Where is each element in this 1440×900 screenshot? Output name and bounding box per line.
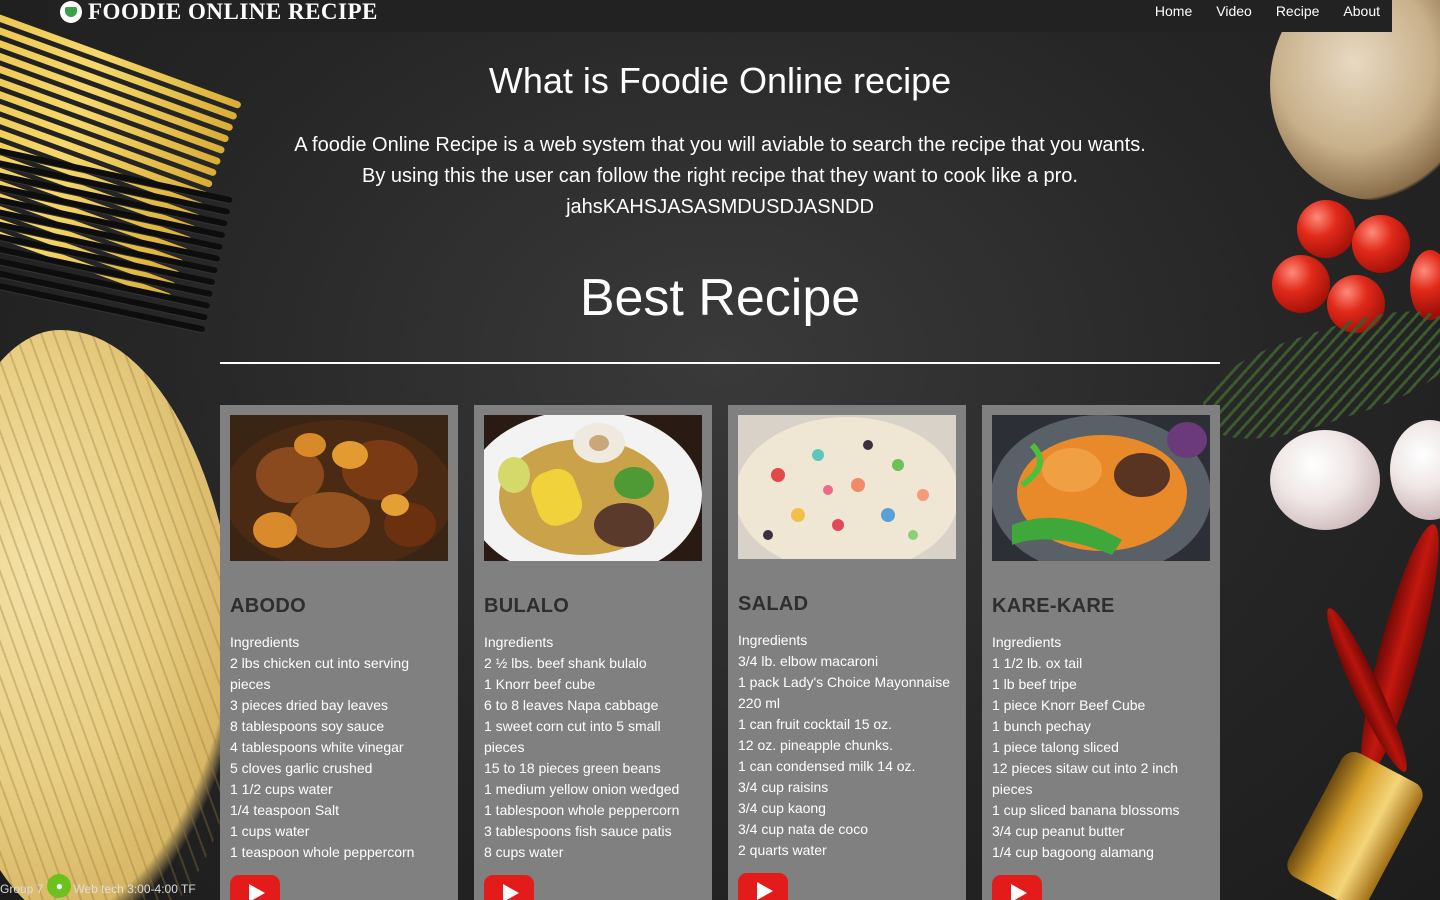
ingredient-item: 5 cloves garlic crushed <box>230 760 373 776</box>
youtube-play-icon[interactable] <box>992 875 1042 900</box>
ingredient-item: 15 to 18 pieces green beans <box>484 760 661 776</box>
tagliatelle-decoration <box>0 330 240 900</box>
recipe-title: BULALO <box>484 595 570 617</box>
brand[interactable]: FOODIE ONLINE RECIPE <box>60 0 378 25</box>
ingredient-item: 1 1/2 lb. ox tail <box>992 655 1083 671</box>
ingredient-item: 3/4 cup raisins <box>738 779 829 795</box>
ingredient-item: 2 lbs chicken cut into serving pieces <box>230 655 409 692</box>
ingredient-item: 3 pieces dried bay leaves <box>230 697 388 713</box>
recipe-card-abodo: ABODO Ingredients 2 lbs chicken cut into… <box>220 405 458 900</box>
ingredient-list: 2 ½ lbs. beef shank bulalo 1 Knorr beef … <box>484 653 702 863</box>
recipe-card-salad: SALAD Ingredients 3/4 lb. elbow macaroni… <box>728 405 966 900</box>
ingredients-label: Ingredients <box>738 632 808 648</box>
ingredient-item: 1 teaspoon whole peppercorn <box>230 844 415 860</box>
ingredient-list: 1 1/2 lb. ox tail 1 lb beef tripe 1 piec… <box>992 653 1210 863</box>
chili-decoration <box>1317 602 1417 778</box>
footer-schedule: Web tech 3:00-4:00 TF <box>73 882 196 896</box>
ingredient-item: 1 1/2 cups water <box>230 781 333 797</box>
ingredient-item: 1 piece talong sliced <box>992 739 1119 755</box>
youtube-play-icon[interactable] <box>738 873 788 900</box>
garlic-decoration <box>1390 420 1440 520</box>
recipe-card-bulalo: BULALO Ingredients 2 ½ lbs. beef shank b… <box>474 405 712 900</box>
recipe-title: ABODO <box>230 595 306 617</box>
salad-dish-image <box>738 415 956 559</box>
ingredient-item: 1 cup sliced banana blossoms <box>992 802 1180 818</box>
recipe-card-kare-kare: KARE-KARE Ingredients 1 1/2 lb. ox tail … <box>982 405 1220 900</box>
ingredient-item: 1 tablespoon whole peppercorn <box>484 802 680 818</box>
ingredient-item: 12 pieces sitaw cut into 2 inch pieces <box>992 760 1178 797</box>
adobo-dish-image <box>230 415 448 561</box>
recipe-title: KARE-KARE <box>992 595 1115 617</box>
ingredient-item: 3/4 lb. elbow macaroni <box>738 653 879 669</box>
section-title: Best Recipe <box>579 269 861 327</box>
intro-title: What is Foodie Online recipe <box>488 60 952 101</box>
tomato-decoration <box>1297 200 1355 258</box>
nav-links: Home Video Recipe About <box>1155 3 1380 19</box>
nav-link-video[interactable]: Video <box>1216 3 1252 19</box>
section-divider <box>220 362 1220 364</box>
ingredient-list: 2 lbs chicken cut into serving pieces 3 … <box>230 653 448 863</box>
ingredient-item: 1 can condensed milk 14 oz. <box>738 758 916 774</box>
ingredient-item: 1 can fruit cocktail 15 oz. <box>738 716 893 732</box>
ingredients-label: Ingredients <box>230 634 300 650</box>
ingredient-item: 6 to 8 leaves Napa cabbage <box>484 697 659 713</box>
garlic-decoration <box>1270 430 1380 530</box>
ingredient-item: 12 oz. pineapple chunks. <box>738 737 893 753</box>
fork-knife-icon: ● <box>47 874 72 898</box>
ingredient-item: 3/4 cup nata de coco <box>738 821 868 837</box>
ingredient-item: 1 lb beef tripe <box>992 676 1077 692</box>
ingredient-item: 3/4 cup kaong <box>738 800 826 816</box>
chili-decoration <box>1347 519 1440 781</box>
ingredient-list: 3/4 lb. elbow macaroni 1 pack Lady's Cho… <box>738 651 956 861</box>
ingredient-item: 2 quarts water <box>738 842 827 858</box>
ingredient-item: 4 tablespoons white vinegar <box>230 739 404 755</box>
ingredient-item: 1 bunch pechay <box>992 718 1091 734</box>
ingredient-item: 1 sweet corn cut into 5 small pieces <box>484 718 661 755</box>
intro-line: By using this the user can follow the ri… <box>362 165 1078 187</box>
ingredient-item: 1/4 cup bagoong alamang <box>992 844 1154 860</box>
intro-line: A foodie Online Recipe is a web system t… <box>294 134 1146 156</box>
ingredient-item: 1 Knorr beef cube <box>484 676 596 692</box>
nav-link-recipe[interactable]: Recipe <box>1276 3 1320 19</box>
ingredient-item: 1 medium yellow onion wedged <box>484 781 680 797</box>
ingredient-item: 3 tablespoons fish sauce patis <box>484 823 672 839</box>
youtube-play-icon[interactable] <box>484 875 534 900</box>
chef-logo-icon <box>60 1 82 23</box>
kare-kare-dish-image <box>992 415 1210 561</box>
ingredient-item: 8 tablespoons soy sauce <box>230 718 385 734</box>
intro-text: A foodie Online Recipe is a web system t… <box>220 130 1220 223</box>
youtube-play-icon[interactable] <box>230 875 280 900</box>
ingredients-label: Ingredients <box>992 634 1062 650</box>
tomato-decoration <box>1352 215 1410 273</box>
ingredient-item: 1 pack Lady's Choice Mayonnaise 220 ml <box>738 674 951 711</box>
ingredient-item: 1/4 teaspoon Salt <box>230 802 339 818</box>
recipe-title: SALAD <box>738 593 809 615</box>
ingredient-item: 2 ½ lbs. beef shank bulalo <box>484 655 647 671</box>
brand-name: FOODIE ONLINE RECIPE <box>88 0 378 24</box>
intro-line: jahsKAHSJASASMDUSDJASNDD <box>566 196 874 218</box>
ingredient-item: 1 cups water <box>230 823 310 839</box>
footer-group: Group 7 <box>0 882 44 896</box>
bulalo-dish-image <box>484 415 702 561</box>
navbar: FOODIE ONLINE RECIPE Home Video Recipe A… <box>48 0 1392 32</box>
ingredient-item: 1 piece Knorr Beef Cube <box>992 697 1146 713</box>
ingredients-label: Ingredients <box>484 634 554 650</box>
footer: Group 7 ● Web tech 3:00-4:00 TF <box>0 874 196 898</box>
bottle-decoration <box>1282 747 1428 900</box>
ingredient-item: 3/4 cup peanut butter <box>992 823 1125 839</box>
ingredient-item: 8 cups water <box>484 844 564 860</box>
recipe-cards: ABODO Ingredients 2 lbs chicken cut into… <box>220 405 1220 900</box>
nav-link-about[interactable]: About <box>1343 3 1380 19</box>
nav-link-home[interactable]: Home <box>1155 3 1192 19</box>
